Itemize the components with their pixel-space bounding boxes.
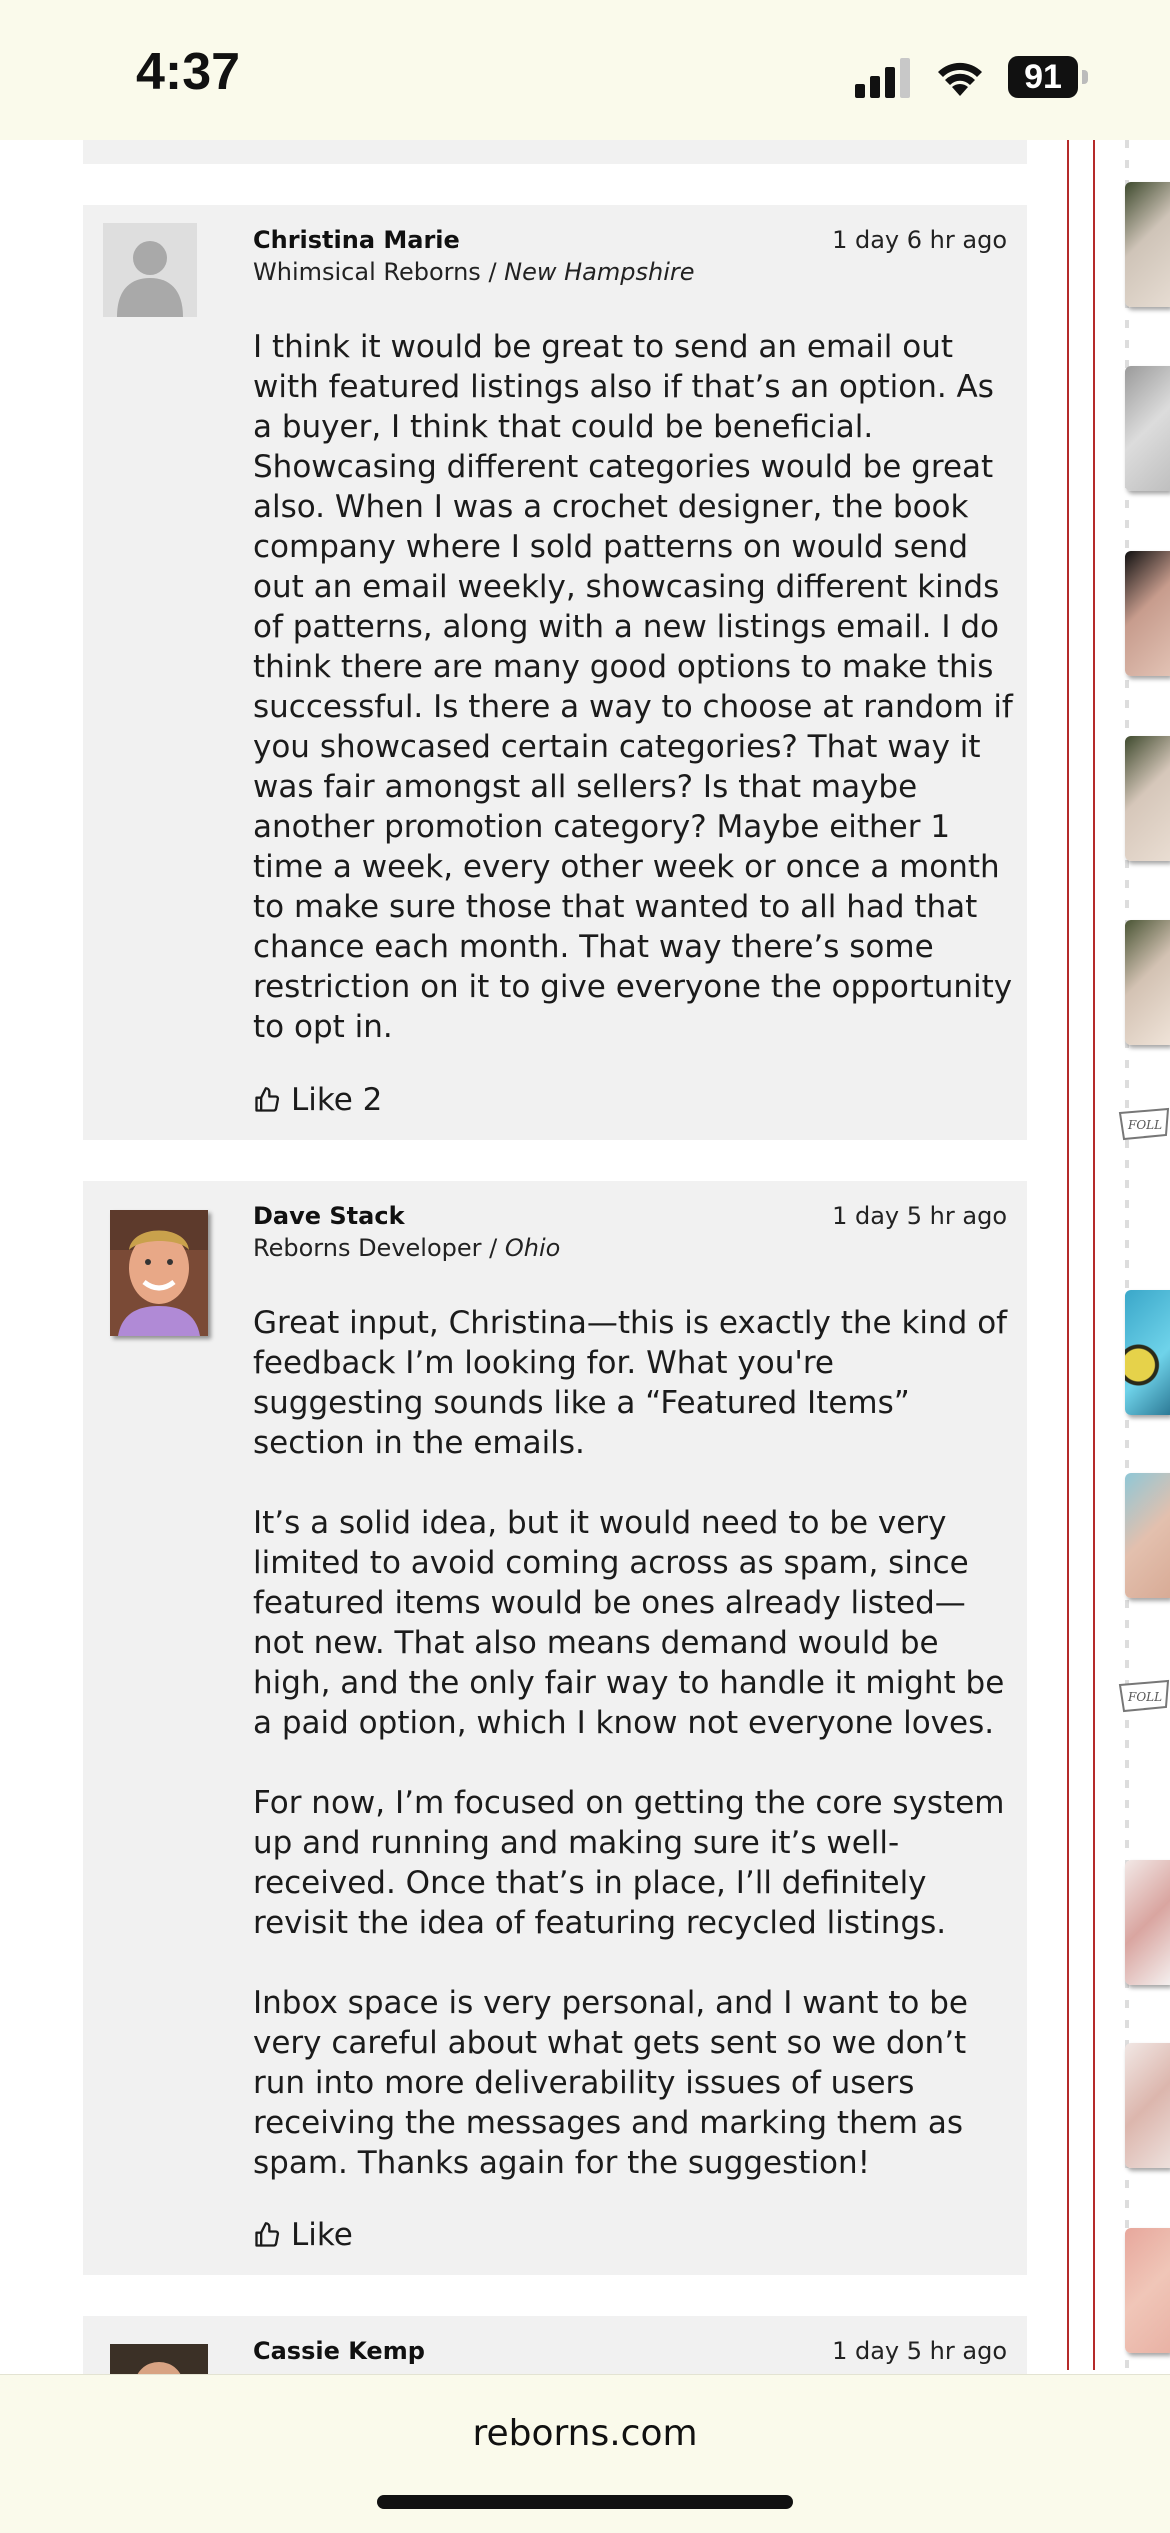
comment-body: Great input, Christina—this is exactly t… [253, 1303, 1013, 2183]
battery-nub [1082, 70, 1088, 84]
default-avatar-icon[interactable] [103, 223, 197, 317]
follow-tag-icon[interactable]: FOLL [1118, 1105, 1170, 1145]
author-location: Ohio [504, 1234, 561, 1262]
listing-thumbnail[interactable] [1125, 736, 1170, 861]
follow-tag-label: FOLL [1127, 1118, 1162, 1132]
status-bar: 4:37 91 [0, 0, 1170, 140]
comment-paragraph: For now, I’m focused on getting the core… [253, 1785, 1005, 1941]
comment-paragraph: It’s a solid idea, but it would need to … [253, 1505, 1005, 1741]
comment-card: Cassie Kemp 1 day 5 hr ago [83, 2316, 1027, 2376]
user-avatar[interactable] [110, 1210, 208, 1336]
comment-timestamp: 1 day 5 hr ago [832, 1202, 1007, 1230]
comment-thread: Christina Marie Whimsical Reborns / New … [0, 0, 1065, 2532]
listing-thumbnail[interactable] [1125, 551, 1170, 676]
like-button[interactable]: Like [253, 2217, 353, 2253]
meta-separator: / [481, 1234, 505, 1262]
comment-paragraph: Great input, Christina—this is exactly t… [253, 1305, 1008, 1461]
sidebar-divider [1067, 140, 1069, 2370]
comment-author[interactable]: Dave Stack [253, 1202, 405, 1230]
wifi-icon [938, 62, 982, 96]
comment-author-meta: Reborns Developer / Ohio [253, 1234, 560, 1262]
user-avatar[interactable] [110, 2344, 208, 2376]
status-time: 4:37 [136, 43, 241, 101]
follow-tag-label: FOLL [1127, 1690, 1162, 1704]
comment-card: Dave Stack Reborns Developer / Ohio 1 da… [83, 1181, 1027, 2275]
comment-author[interactable]: Christina Marie [253, 226, 460, 254]
thumbs-up-icon [255, 1087, 280, 1112]
comment-paragraph: I think it would be great to send an ema… [253, 329, 1013, 1045]
comment-card: Christina Marie Whimsical Reborns / New … [83, 205, 1027, 1140]
sidebar-divider [1093, 140, 1095, 2370]
comment-timestamp: 1 day 6 hr ago [832, 226, 1007, 254]
previous-comment-card [83, 140, 1027, 164]
like-label: Like 2 [291, 1082, 383, 1118]
cellular-signal-icon [855, 58, 910, 98]
listing-thumbnail[interactable] [1125, 1860, 1170, 1985]
comment-timestamp: 1 day 5 hr ago [832, 2337, 1007, 2365]
listing-thumbnail[interactable] [1125, 366, 1170, 491]
comment-paragraph: Inbox space is very personal, and I want… [253, 1985, 968, 2181]
listing-thumbnail[interactable] [1125, 2228, 1170, 2353]
author-location: New Hampshire [504, 258, 695, 286]
like-label: Like [291, 2217, 353, 2253]
listing-thumbnail[interactable] [1125, 2043, 1170, 2168]
listing-thumbnail[interactable] [1125, 1473, 1170, 1598]
url-bar[interactable]: reborns.com [0, 2413, 1170, 2454]
listing-thumbnail[interactable] [1125, 1290, 1170, 1415]
meta-separator: / [480, 258, 505, 286]
listing-thumbnail[interactable] [1125, 920, 1170, 1045]
browser-bottom-bar: reborns.com [0, 2374, 1170, 2533]
home-indicator[interactable] [377, 2495, 793, 2509]
comment-body: I think it would be great to send an ema… [253, 327, 1013, 1047]
comment-author[interactable]: Cassie Kemp [253, 2337, 425, 2365]
author-shop[interactable]: Whimsical Reborns [253, 258, 481, 286]
thumbs-up-icon [255, 2222, 280, 2247]
follow-tag-icon[interactable]: FOLL [1118, 1677, 1170, 1717]
listing-thumbnail[interactable] [1125, 182, 1170, 307]
author-shop[interactable]: Reborns Developer [253, 1234, 482, 1262]
comment-author-meta: Whimsical Reborns / New Hampshire [253, 258, 695, 286]
battery-indicator: 91 [1008, 56, 1078, 98]
like-button[interactable]: Like 2 [253, 1082, 382, 1118]
